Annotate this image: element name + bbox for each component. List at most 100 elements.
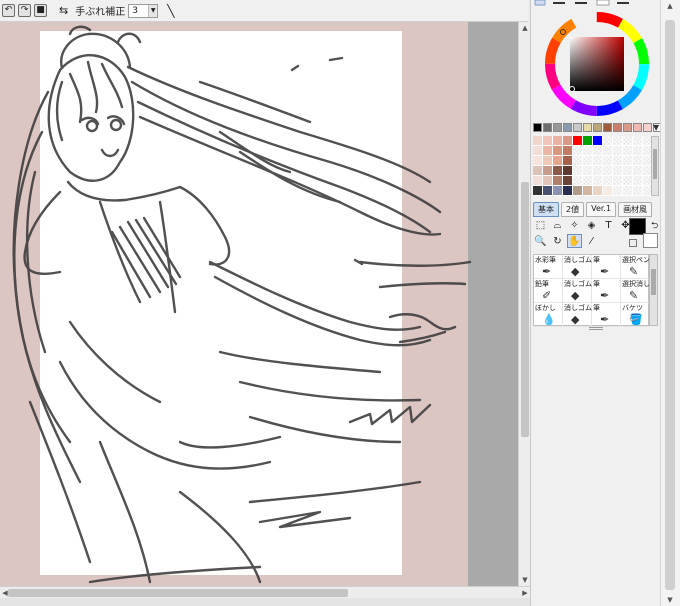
palette-swatch[interactable]	[563, 136, 572, 145]
chevron-down-icon[interactable]: ▼	[653, 123, 659, 132]
panel-scrollbar[interactable]: ▲ ▼	[660, 0, 680, 606]
color-swatch[interactable]	[633, 123, 642, 132]
palette-swatch[interactable]	[613, 176, 622, 185]
resize-handle[interactable]	[589, 327, 603, 330]
brush-item[interactable]: 消しゴム ◆	[563, 279, 592, 303]
reset-colors-icon[interactable]	[629, 239, 637, 247]
tab-binary[interactable]: 2値	[561, 202, 585, 217]
palette-swatch[interactable]	[613, 136, 622, 145]
palette-swatch[interactable]	[553, 176, 562, 185]
flip-horizontal-icon[interactable]: ⇆	[59, 4, 68, 17]
palette-swatch[interactable]	[593, 166, 602, 175]
brush-item[interactable]: 筆 ✒	[592, 255, 621, 279]
brush-scrollbar[interactable]	[649, 254, 658, 326]
palette-swatch[interactable]	[633, 176, 642, 185]
palette-swatch[interactable]	[593, 186, 602, 195]
palette-swatch[interactable]	[533, 136, 542, 145]
palette-swatch[interactable]	[553, 166, 562, 175]
canvas-vertical-scrollbar[interactable]: ▲ ▼	[518, 22, 530, 586]
palette-swatch[interactable]	[533, 186, 542, 195]
scroll-right-icon[interactable]: ▶	[520, 588, 530, 598]
palette-swatch[interactable]	[563, 176, 572, 185]
scroll-up-icon[interactable]: ▲	[665, 2, 675, 10]
brush-item[interactable]: 水彩筆 ✒	[534, 255, 563, 279]
stabilizer-select[interactable]: 3 ▼	[128, 3, 159, 18]
palette-swatch[interactable]	[573, 166, 582, 175]
palette-swatch[interactable]	[573, 136, 582, 145]
panel-scroll-thumb[interactable]	[665, 20, 675, 590]
palette-scrollbar[interactable]	[651, 136, 659, 196]
palette-swatch[interactable]	[583, 156, 592, 165]
palette-swatch[interactable]	[633, 146, 642, 155]
magic-wand-icon[interactable]: ✧	[567, 218, 582, 232]
color-swatch[interactable]	[613, 123, 622, 132]
color-swatch[interactable]	[573, 123, 582, 132]
tab-basic[interactable]: 基本	[533, 202, 559, 217]
rect-select-icon[interactable]: ⬚	[533, 218, 548, 232]
canvas-horizontal-scrollbar[interactable]: ◀ ▶	[0, 586, 530, 598]
brush-item[interactable]: 選択ペン ✎	[621, 255, 650, 279]
scroll-down-icon[interactable]: ▼	[520, 575, 530, 585]
palette-swatch[interactable]	[603, 166, 612, 175]
palette-swatch[interactable]	[563, 156, 572, 165]
brush-item[interactable]: 筆 ✒	[592, 279, 621, 303]
palette-swatch[interactable]	[573, 146, 582, 155]
palette-swatch[interactable]	[623, 146, 632, 155]
color-swatch[interactable]	[643, 123, 652, 132]
palette-swatch[interactable]	[533, 156, 542, 165]
lasso-icon[interactable]: ⌓	[550, 218, 565, 232]
palette-swatch[interactable]	[623, 186, 632, 195]
text-icon[interactable]: T	[601, 218, 616, 232]
scroll-down-icon[interactable]: ▼	[665, 596, 675, 604]
palette-swatch[interactable]	[603, 136, 612, 145]
palette-swatch[interactable]	[623, 176, 632, 185]
palette-swatch[interactable]	[633, 136, 642, 145]
color-swatch[interactable]	[543, 123, 552, 132]
palette-swatch[interactable]	[593, 136, 602, 145]
canvas-viewport[interactable]	[0, 22, 518, 586]
vertical-scroll-thumb[interactable]	[521, 182, 529, 437]
palette-swatch[interactable]	[613, 166, 622, 175]
palette-swatch[interactable]	[603, 176, 612, 185]
chevron-down-icon[interactable]: ▼	[148, 4, 158, 17]
palette-swatch[interactable]	[623, 166, 632, 175]
palette-swatch[interactable]	[553, 186, 562, 195]
zoom-icon[interactable]: 🔍	[533, 234, 548, 248]
palette-swatch[interactable]	[563, 166, 572, 175]
color-swatch[interactable]	[623, 123, 632, 132]
bucket-select-icon[interactable]: ◈	[584, 218, 599, 232]
palette-swatch[interactable]	[533, 146, 542, 155]
rotate-icon[interactable]: ↻	[550, 234, 565, 248]
palette-swatch[interactable]	[563, 146, 572, 155]
palette-swatch[interactable]	[593, 176, 602, 185]
palette-swatch[interactable]	[543, 166, 552, 175]
palette-swatch[interactable]	[583, 136, 592, 145]
brush-item[interactable]: バケツ 🪣	[621, 303, 650, 327]
palette-swatch[interactable]	[623, 156, 632, 165]
eyedropper-icon[interactable]: ⁄	[584, 234, 599, 248]
palette-swatch[interactable]	[603, 146, 612, 155]
palette-swatch[interactable]	[633, 166, 642, 175]
brush-item[interactable]: 消しゴム ◆	[563, 255, 592, 279]
brush-item[interactable]: 消しゴム ◆	[563, 303, 592, 327]
stop-icon[interactable]: ■	[34, 4, 47, 17]
palette-swatch[interactable]	[583, 186, 592, 195]
palette-swatch[interactable]	[533, 166, 542, 175]
brush-item[interactable]: 選択消し ✎	[621, 279, 650, 303]
color-swatch[interactable]	[583, 123, 592, 132]
hand-icon[interactable]: ✋	[567, 234, 582, 248]
color-swatch[interactable]	[603, 123, 612, 132]
palette-swatch[interactable]	[553, 146, 562, 155]
palette-swatch[interactable]	[553, 156, 562, 165]
background-color[interactable]	[643, 233, 658, 248]
palette-swatch[interactable]	[633, 186, 642, 195]
palette-swatch[interactable]	[583, 146, 592, 155]
tab-art-material[interactable]: 画材風	[618, 202, 653, 217]
palette-swatch[interactable]	[593, 156, 602, 165]
palette-swatch[interactable]	[583, 176, 592, 185]
palette-swatch[interactable]	[633, 156, 642, 165]
palette-swatch[interactable]	[623, 136, 632, 145]
undo-icon[interactable]: ↶	[2, 4, 15, 17]
palette-swatch[interactable]	[543, 136, 552, 145]
palette-swatch[interactable]	[583, 166, 592, 175]
